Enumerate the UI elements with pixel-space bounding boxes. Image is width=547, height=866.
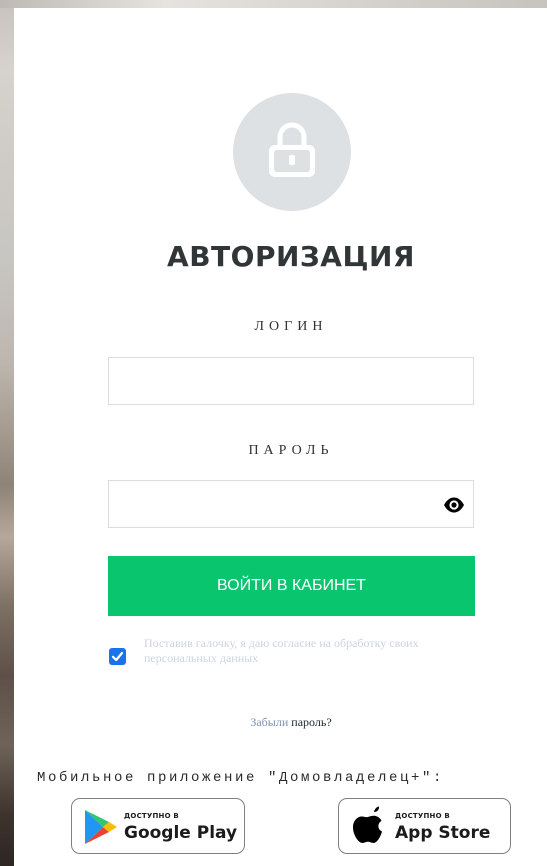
google-play-small-text: ДОСТУПНО В: [124, 812, 179, 820]
login-label: ЛОГИН: [254, 319, 328, 334]
forgot-password: Забыли пароль?: [0, 715, 547, 730]
background-top-edge: [0, 0, 547, 8]
password-input[interactable]: [109, 481, 473, 527]
login-submit-button[interactable]: ВОЙТИ В КАБИНЕТ: [108, 556, 475, 616]
forgot-password-link[interactable]: Забыли: [250, 715, 288, 729]
apple-icon: [353, 806, 382, 843]
password-field-wrapper: [108, 480, 474, 528]
app-store-big-text: App Store: [395, 823, 491, 843]
google-play-badge[interactable]: ДОСТУПНО В Google Play: [71, 798, 245, 854]
consent-checkbox[interactable]: [109, 648, 126, 665]
app-store-badge[interactable]: ДОСТУПНО В App Store: [338, 798, 511, 854]
app-store-small-text: ДОСТУПНО В: [395, 812, 450, 820]
eye-icon[interactable]: [443, 497, 465, 513]
google-play-icon: [85, 810, 117, 844]
checkmark-icon: [111, 651, 124, 662]
google-play-big-text: Google Play: [124, 823, 238, 843]
login-field-wrapper: [108, 357, 474, 405]
consent-text: Поставив галочку, я даю согласие на обра…: [144, 636, 419, 665]
lock-icon: [269, 122, 315, 177]
forgot-password-text: пароль?: [288, 715, 332, 729]
page-title: АВТОРИЗАЦИЯ: [167, 240, 415, 273]
lock-badge: [233, 93, 351, 211]
mobile-app-heading: Мобильное приложение "Домовладелец+":: [37, 770, 445, 786]
password-label: ПАРОЛЬ: [248, 443, 334, 458]
login-input[interactable]: [109, 358, 473, 404]
